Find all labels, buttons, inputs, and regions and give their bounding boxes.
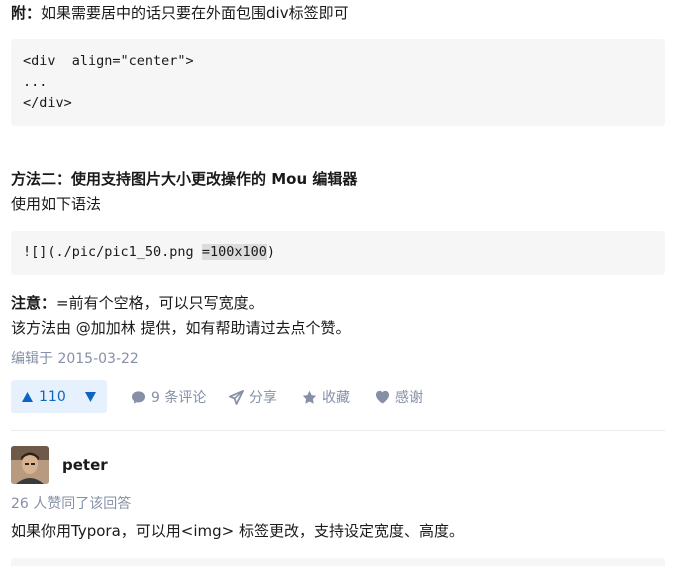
note-label: 附： [11, 4, 42, 22]
thanks-button[interactable]: 感谢 [375, 386, 423, 408]
credit-paragraph: 该方法由 @加加林 提供，如有帮助请过去点个赞。 [11, 319, 351, 337]
caution-paragraph: 注意：=前有个空格，可以只写宽度。 [11, 292, 264, 314]
user-photo-icon [11, 446, 49, 484]
code-suffix: ) [266, 244, 275, 260]
caution-text: =前有个空格，可以只写宽度。 [56, 294, 264, 312]
answer-text: 如果你用Typora，可以用<img> 标签更改，支持设定宽度、高度。 [11, 522, 464, 540]
code-line: </div> [23, 95, 72, 111]
code-line: ... [23, 74, 48, 90]
comments-label: 9 条评论 [151, 390, 207, 406]
answer-divider [11, 430, 665, 431]
code-highlight: =100x100 [201, 244, 267, 260]
note-text: 如果需要居中的话只要在外面包围div标签即可 [41, 4, 349, 22]
thanks-label: 感谢 [395, 390, 423, 406]
downvote-button[interactable] [74, 380, 107, 413]
code-block-partial [11, 558, 665, 566]
method-subtitle: 使用如下语法 [11, 195, 102, 213]
paper-plane-icon [229, 389, 244, 405]
note-paragraph: 附：如果需要居中的话只要在外面包围div标签即可 [11, 2, 349, 24]
code-block: <div align="center"> ... </div> [11, 39, 665, 126]
collect-button[interactable]: 收藏 [302, 386, 350, 408]
code-line: ![](./pic/pic1_50.png =100x100) [23, 242, 275, 263]
approval-count[interactable]: 26 人赞同了该回答 [11, 494, 131, 514]
method-heading: 方法二：使用支持图片大小更改操作的 Mou 编辑器 [11, 170, 358, 188]
author-name[interactable]: peter [62, 454, 108, 476]
comments-button[interactable]: 9 条评论 [131, 386, 206, 408]
heart-icon [375, 390, 390, 404]
code-prefix: ![](./pic/pic1_50.png [23, 244, 202, 260]
code-line: <div align="center"> [23, 53, 194, 69]
comment-icon [131, 390, 146, 404]
edited-time[interactable]: 编辑于 2015-03-22 [11, 349, 139, 369]
code-block-syntax: ![](./pic/pic1_50.png =100x100) [11, 231, 665, 275]
collect-label: 收藏 [322, 390, 350, 406]
avatar[interactable] [11, 446, 49, 484]
share-button[interactable]: 分享 [229, 386, 277, 408]
share-label: 分享 [249, 390, 277, 406]
caution-label: 注意： [11, 294, 57, 312]
triangle-up-icon [22, 391, 33, 402]
upvote-button[interactable]: 110 [11, 380, 77, 413]
triangle-down-icon [85, 391, 96, 402]
star-icon [302, 390, 317, 404]
upvote-count: 110 [39, 388, 66, 405]
